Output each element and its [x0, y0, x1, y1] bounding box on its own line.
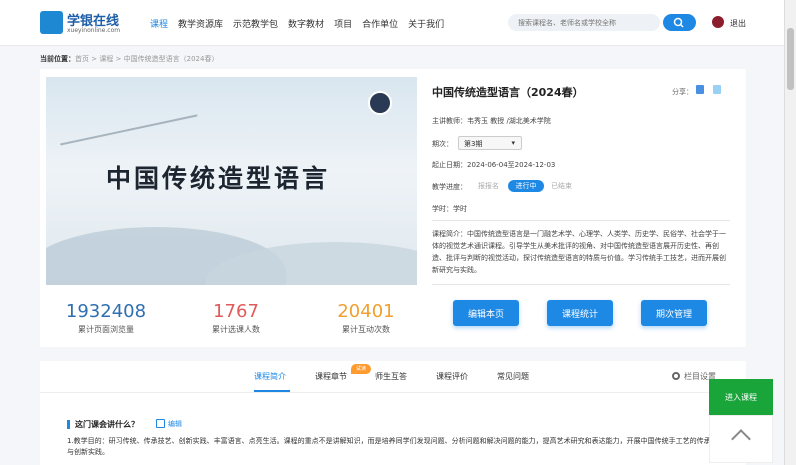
- term-value: 第3期: [464, 140, 483, 148]
- course-banner: 中国传统造型语言: [46, 77, 417, 285]
- logo-icon[interactable]: [40, 11, 63, 34]
- nav-about[interactable]: 关于我们: [408, 17, 444, 30]
- search-button[interactable]: [663, 14, 696, 31]
- course-title: 中国传统造型语言（2024春）: [432, 86, 584, 99]
- chevron-up-icon: [731, 429, 751, 449]
- stat-label: 累计页面浏览量: [78, 325, 134, 334]
- nav-resource-library[interactable]: 教学资源库: [178, 17, 223, 30]
- term-label: 期次：: [432, 140, 453, 148]
- stat-label: 累计互动次数: [342, 325, 390, 334]
- nav-digital-textbook[interactable]: 数字教材: [288, 17, 324, 30]
- stat-page-views: 1932408 累计页面浏览量: [46, 301, 166, 335]
- course-stats-button[interactable]: 课程统计: [547, 300, 613, 326]
- stat-interactions: 20401 累计互动次数: [306, 301, 426, 335]
- share-weibo-icon[interactable]: [713, 85, 721, 94]
- user-avatar[interactable]: [712, 16, 724, 28]
- course-teacher: 主讲教师：韦秀玉 教授 /湖北美术学院: [432, 117, 551, 125]
- course-intro: 课程简介：中国传统造型语言是一门融艺术学、心理学、人类学、历史学、民俗学、社会学…: [432, 230, 726, 274]
- back-to-top-button[interactable]: [709, 415, 773, 463]
- school-emblem-icon: [368, 91, 392, 115]
- trial-badge: 试读: [351, 364, 371, 374]
- tab-reviews[interactable]: 课程评价: [436, 371, 468, 382]
- banner-title: 中国传统造型语言: [106, 164, 331, 193]
- nav-projects[interactable]: 项目: [334, 17, 352, 30]
- tab-qa[interactable]: 师生互答: [375, 371, 407, 382]
- top-header: 学银在线 xueyinonline.com 课程 教学资源库 示范教学包 数字教…: [0, 0, 784, 46]
- tabs-divider: [40, 392, 746, 393]
- branch-decoration: [46, 77, 198, 146]
- nav-partners[interactable]: 合作单位: [362, 17, 398, 30]
- logout-link[interactable]: 退出: [730, 18, 746, 29]
- stat-value: 20401: [337, 301, 395, 322]
- nav-courses[interactable]: 课程: [150, 17, 168, 30]
- page-scrollbar[interactable]: [784, 0, 796, 465]
- dropdown-arrow-icon: ▾: [511, 139, 515, 147]
- tab-course-intro[interactable]: 课程简介: [254, 371, 286, 382]
- section-marker: [67, 420, 70, 429]
- logo-domain: xueyinonline.com: [67, 27, 121, 34]
- course-hours: 学时：学时: [432, 205, 467, 213]
- progress-enroll: 报报名: [478, 182, 499, 190]
- progress-current-badge: 进行中: [508, 180, 544, 192]
- enter-course-button[interactable]: 进入课程: [709, 379, 773, 415]
- nav-demo-package[interactable]: 示范教学包: [233, 17, 278, 30]
- divider: [432, 220, 730, 221]
- stat-enrollments: 1767 累计选课人数: [176, 301, 296, 335]
- gear-icon[interactable]: [672, 372, 680, 380]
- share-qq-icon[interactable]: [696, 85, 704, 94]
- stat-label: 累计选课人数: [212, 325, 260, 334]
- breadcrumb-path[interactable]: 首页 > 课程 > 中国传统造型语言（2024春）: [75, 55, 218, 63]
- active-tab-indicator: [254, 390, 290, 392]
- share-label: 分享：: [672, 88, 693, 96]
- search-input[interactable]: [508, 14, 660, 31]
- section-edit-link[interactable]: 编辑: [168, 419, 182, 429]
- tab-chapters[interactable]: 课程章节: [315, 371, 347, 382]
- edit-icon[interactable]: [156, 419, 165, 428]
- tab-faq[interactable]: 常见问题: [497, 371, 529, 382]
- search-icon: [673, 17, 684, 28]
- section-body: 1.教学目的：研习传统、传承技艺、创新实践、丰富语言、点亮生活。课程的重点不是讲…: [67, 437, 711, 456]
- section-title: 这门课会讲什么？: [75, 420, 139, 429]
- course-dates: 起止日期：2024-06-04至2024-12-03: [432, 161, 556, 169]
- divider: [432, 284, 730, 285]
- term-select[interactable]: 第3期 ▾: [458, 136, 522, 150]
- breadcrumb-label: 当前位置：: [40, 55, 75, 63]
- edit-page-button[interactable]: 编辑本页: [453, 300, 519, 326]
- scrollbar-thumb[interactable]: [787, 28, 794, 90]
- progress-ended: 已结束: [551, 182, 572, 190]
- main-nav: 课程 教学资源库 示范教学包 数字教材 项目 合作单位 关于我们: [150, 17, 454, 30]
- stat-value: 1932408: [65, 301, 147, 322]
- breadcrumb: 当前位置：首页 > 课程 > 中国传统造型语言（2024春）: [40, 54, 218, 64]
- term-manage-button[interactable]: 期次管理: [641, 300, 707, 326]
- progress-label: 教学进度：: [432, 183, 467, 191]
- stat-value: 1767: [213, 301, 259, 322]
